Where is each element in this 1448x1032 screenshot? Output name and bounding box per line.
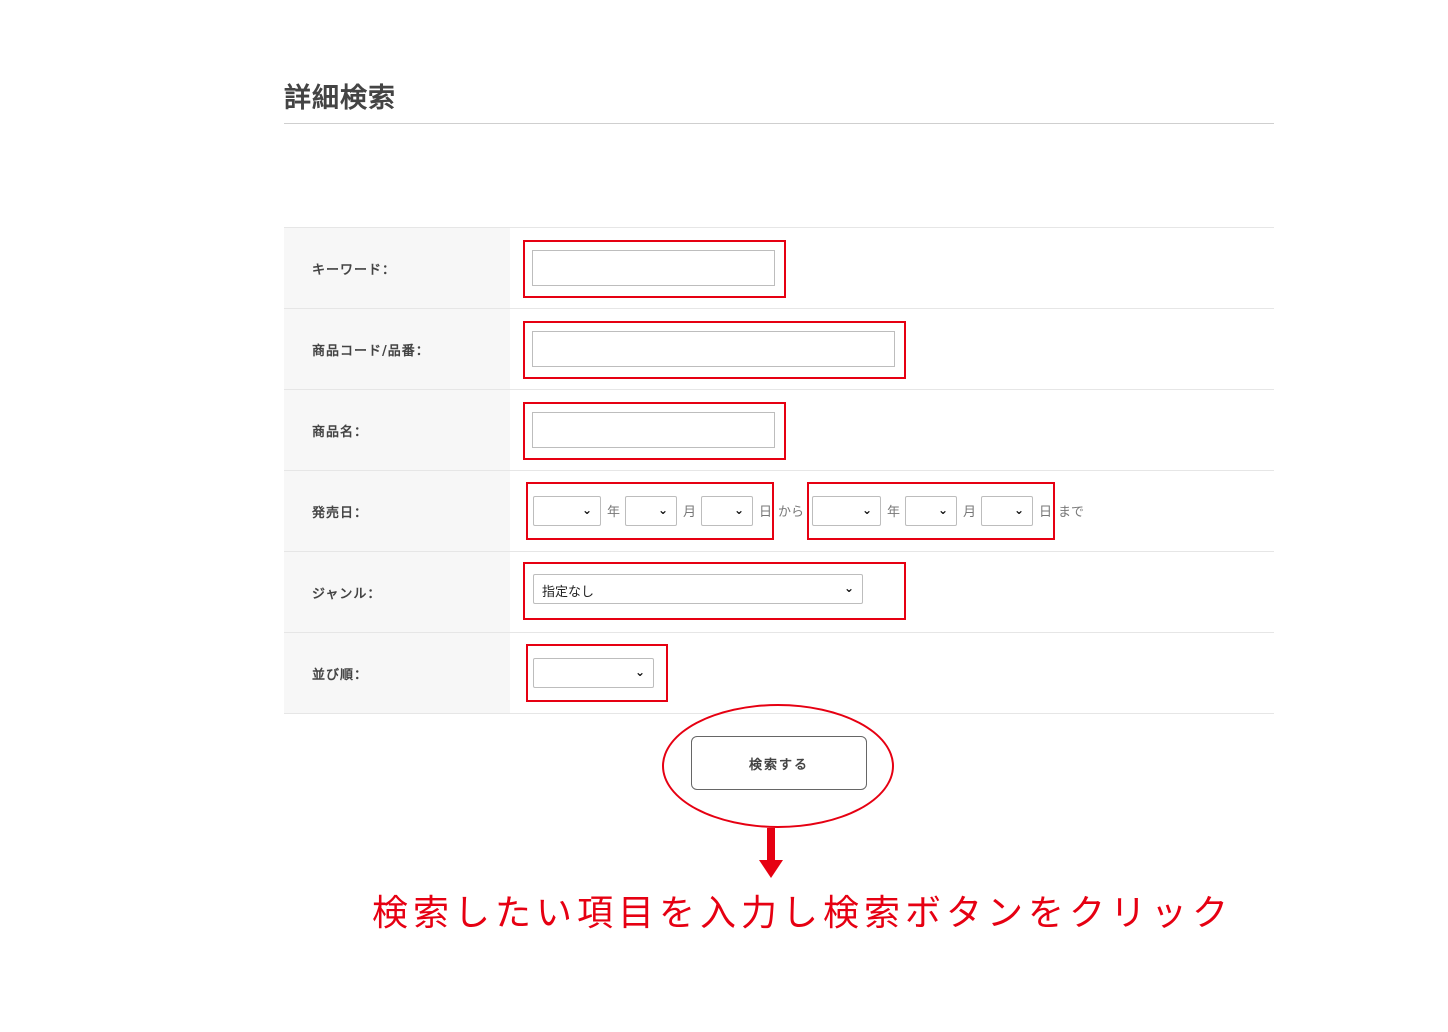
to-year-select[interactable]: ⌄ [812, 496, 881, 526]
from-year-select[interactable]: ⌄ [533, 496, 601, 526]
page-title: 詳細検索 [284, 83, 396, 114]
product-code-field-cell [510, 309, 1274, 389]
search-button-highlight-circle [662, 704, 894, 828]
product-code-input[interactable] [532, 331, 895, 367]
keyword-label: キーワード： [284, 228, 510, 308]
sort-field-cell: ⌄ [510, 633, 1274, 713]
chevron-down-icon: ⌄ [861, 503, 872, 517]
search-form: キーワード： 商品コード/品番： 商品名： 発売日： ⌄ 年 ⌄ 月 ⌄ 日 か… [284, 227, 1274, 714]
sort-label: 並び順： [284, 633, 510, 713]
chevron-down-icon: ⌄ [937, 503, 948, 517]
from-month-unit: 月 [683, 505, 697, 520]
genre-selected-value: 指定なし [542, 585, 595, 600]
form-row-release-date: 発売日： ⌄ 年 ⌄ 月 ⌄ 日 から ⌄ 年 ⌄ 月 ⌄ 日 まで [284, 471, 1274, 552]
to-day-unit: 日 [1039, 505, 1053, 520]
chevron-down-icon: ⌄ [657, 503, 668, 517]
keyword-input[interactable] [532, 250, 775, 286]
title-divider [284, 123, 1274, 124]
form-row-product-name: 商品名： [284, 390, 1274, 471]
form-row-genre: ジャンル： 指定なし ⌄ [284, 552, 1274, 633]
genre-field-cell: 指定なし ⌄ [510, 552, 1274, 632]
chevron-down-icon: ⌄ [634, 665, 645, 679]
chevron-down-icon: ⌄ [733, 503, 744, 517]
form-row-keyword: キーワード： [284, 228, 1274, 309]
arrow-down-icon [767, 828, 775, 862]
arrow-head-icon [759, 860, 783, 878]
product-code-label: 商品コード/品番： [284, 309, 510, 389]
keyword-field-cell [510, 228, 1274, 308]
form-row-product-code: 商品コード/品番： [284, 309, 1274, 390]
genre-label: ジャンル： [284, 552, 510, 632]
from-year-unit: 年 [607, 505, 621, 520]
to-month-unit: 月 [963, 505, 977, 520]
to-year-unit: 年 [887, 505, 901, 520]
release-date-label: 発売日： [284, 471, 510, 551]
chevron-down-icon: ⌄ [581, 503, 592, 517]
sort-select[interactable]: ⌄ [533, 658, 654, 688]
from-day-unit: 日 [759, 505, 773, 520]
product-name-label: 商品名： [284, 390, 510, 470]
until-text: まで [1058, 505, 1085, 520]
product-name-input[interactable] [532, 412, 775, 448]
from-month-select[interactable]: ⌄ [625, 496, 677, 526]
form-row-sort: 並び順： ⌄ [284, 633, 1274, 714]
from-day-select[interactable]: ⌄ [701, 496, 753, 526]
instruction-text: 検索したい項目を入力し検索ボタンをクリック [372, 893, 1234, 934]
release-date-field-cell: ⌄ 年 ⌄ 月 ⌄ 日 から ⌄ 年 ⌄ 月 ⌄ 日 まで [510, 471, 1274, 551]
genre-select[interactable]: 指定なし ⌄ [533, 574, 863, 604]
chevron-down-icon: ⌄ [1013, 503, 1024, 517]
to-month-select[interactable]: ⌄ [905, 496, 957, 526]
from-text: から [778, 505, 805, 520]
to-day-select[interactable]: ⌄ [981, 496, 1033, 526]
product-name-field-cell [510, 390, 1274, 470]
chevron-down-icon: ⌄ [843, 581, 854, 595]
